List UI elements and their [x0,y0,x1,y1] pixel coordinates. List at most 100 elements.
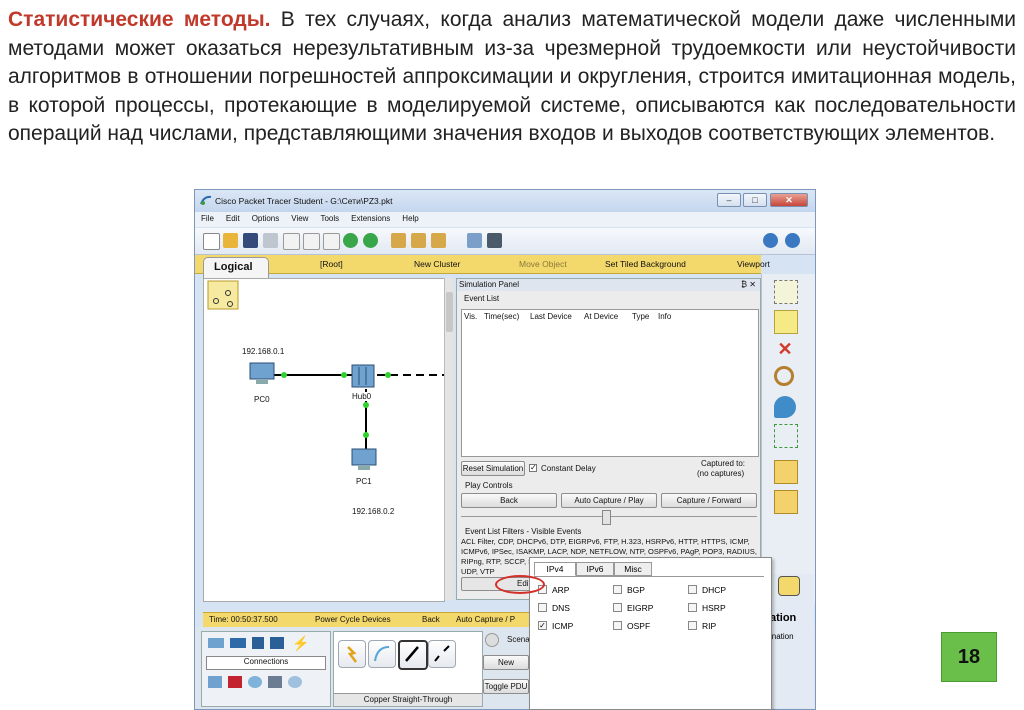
note-tool-icon[interactable] [774,310,798,334]
maximize-button[interactable]: □ [743,193,767,207]
close-button[interactable]: ✕ [770,193,808,207]
pc1-device-icon[interactable] [351,448,377,470]
zoom-in-icon[interactable] [391,233,406,248]
hub-device-icon[interactable] [351,364,375,388]
select-tool-icon[interactable] [774,280,798,304]
col-vis: Vis. [464,312,478,321]
col-last-device: Last Device [530,312,572,321]
eigrp-checkbox[interactable] [613,603,622,612]
capture-forward-button[interactable]: Capture / Forward [661,493,757,508]
new-file-icon[interactable] [203,233,220,250]
wireless-category-icon[interactable] [270,637,284,649]
menu-options[interactable]: Options [246,212,286,223]
custom-device-icon[interactable] [487,233,502,248]
hub-category-icon[interactable] [252,637,264,649]
menu-tools[interactable]: Tools [314,212,345,223]
end-device-icon[interactable] [208,676,222,688]
hsrp-checkbox[interactable] [688,603,697,612]
auto-connection-icon[interactable] [338,640,366,668]
custom-devices-icon[interactable] [268,676,282,688]
tab-misc[interactable]: Misc [614,562,652,576]
ip-label-pc1: 192.168.0.2 [352,507,395,516]
draw-shape-icon[interactable] [774,396,796,418]
panel-float-close-icons[interactable]: ₿ ✕ [741,280,756,289]
move-object-button[interactable]: Move Object [519,259,567,269]
menu-extensions[interactable]: Extensions [345,212,396,223]
back-button[interactable]: Back [461,493,557,508]
cluster-icon[interactable] [207,280,239,310]
logical-workspace[interactable]: 192.168.0.1 PC0 Hub0 PC1 192.168.0.2 [203,278,445,602]
switch-category-icon[interactable] [230,638,246,648]
resize-shape-icon[interactable] [774,424,798,448]
add-simple-pdu-icon[interactable] [774,460,798,484]
ospf-checkbox[interactable] [613,621,622,630]
pc0-label: PC0 [254,395,270,404]
zoom-reset-icon[interactable] [411,233,426,248]
help-icon[interactable] [785,233,800,248]
pc0-device-icon[interactable] [249,362,275,384]
reset-simulation-button[interactable]: Reset Simulation [461,461,525,476]
delete-tool-icon[interactable]: ✕ [774,338,796,360]
status-back-button[interactable]: Back [422,615,440,624]
zoom-out-icon[interactable] [431,233,446,248]
dhcp-label: DHCP [702,585,727,595]
connections-category-icon[interactable]: ⚡ [292,635,309,652]
status-auto-capture-button[interactable]: Auto Capture / P [456,615,515,624]
speed-slider-handle[interactable] [602,510,611,525]
inspect-tool-icon[interactable] [774,366,794,386]
menu-file[interactable]: File [195,212,220,223]
new-cluster-button[interactable]: New Cluster [414,259,460,269]
menu-view[interactable]: View [285,212,314,223]
arp-label: ARP [552,585,570,595]
hsrp-label: HSRP [702,603,726,613]
event-list-table[interactable]: Vis. Time(sec) Last Device At Device Typ… [461,309,759,457]
rip-checkbox[interactable] [688,621,697,630]
copper-cross-icon[interactable] [428,640,456,668]
bgp-checkbox[interactable] [613,585,622,594]
add-complex-pdu-icon[interactable] [774,490,798,514]
undo-icon[interactable] [343,233,358,248]
tab-ipv4[interactable]: IPv4 [534,562,576,576]
power-cycle-button[interactable]: Power Cycle Devices [315,615,391,624]
redo-icon[interactable] [363,233,378,248]
tab-ipv6[interactable]: IPv6 [576,562,614,576]
set-tiled-background-button[interactable]: Set Tiled Background [605,259,686,269]
toggle-pdu-button[interactable]: Toggle PDU [483,679,529,694]
logical-tab[interactable]: Logical [203,257,269,279]
copy-icon[interactable] [303,233,320,250]
menu-edit[interactable]: Edit [220,212,246,223]
ospf-label: OSPF [627,621,651,631]
menu-bar: File Edit Options View Tools Extensions Help [195,212,815,227]
paste-icon[interactable] [323,233,340,250]
page-number-badge: 18 [941,632,997,682]
right-toolbar: ✕ [761,274,815,604]
menu-help[interactable]: Help [396,212,424,223]
icmp-checkbox[interactable]: ✓ [538,621,547,630]
dns-checkbox[interactable] [538,603,547,612]
palette-icon[interactable] [467,233,482,248]
router-category-icon[interactable] [208,638,224,648]
minimize-button[interactable]: – [717,193,741,207]
scrollbar-thumb[interactable] [446,292,453,332]
print-icon[interactable] [263,233,278,248]
simulation-mode-icon[interactable] [778,576,800,596]
open-folder-icon[interactable] [223,233,238,248]
info-icon[interactable] [763,233,778,248]
console-cable-icon[interactable] [368,640,396,668]
wan-emulation-icon[interactable] [228,676,242,688]
filters-title: Event List Filters - Visible Events [465,527,582,536]
auto-capture-play-button[interactable]: Auto Capture / Play [561,493,657,508]
play-controls-label: Play Controls [465,481,513,490]
save-icon[interactable] [243,233,258,248]
multiuser-icon[interactable] [288,676,302,688]
copper-straight-icon[interactable] [398,640,428,670]
viewport-button[interactable]: Viewport [737,259,770,269]
dhcp-checkbox[interactable] [688,585,697,594]
new-scenario-button[interactable]: New [483,655,529,670]
root-button[interactable]: [Root] [320,259,343,269]
constant-delay-checkbox[interactable]: ✓ [529,464,537,472]
rip-label: RIP [702,621,717,631]
workspace-scrollbar[interactable] [444,278,454,600]
cloud-icon[interactable] [248,676,262,688]
activity-wizard-icon[interactable] [283,233,300,250]
